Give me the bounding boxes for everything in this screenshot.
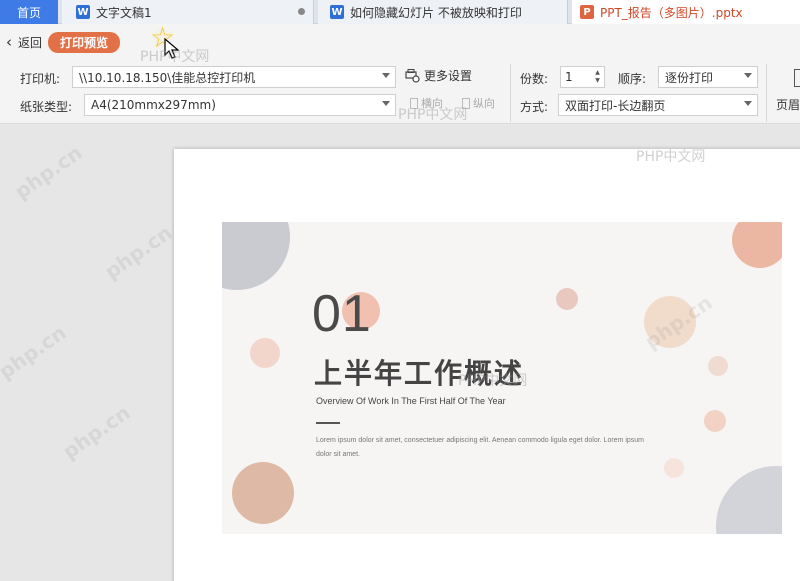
order-value: 逐份打印	[665, 70, 714, 85]
header-footer-icon[interactable]	[794, 69, 800, 87]
decor-circle	[732, 222, 782, 268]
copies-value: 1	[565, 70, 573, 84]
page-landscape-icon	[410, 97, 418, 109]
more-settings-label: 更多设置	[424, 69, 473, 83]
stepper-arrows-icon[interactable]: ▲ ▼	[593, 69, 602, 85]
decor-circle	[222, 222, 290, 290]
chevron-down-icon	[382, 73, 390, 78]
writer-icon: W	[330, 5, 344, 19]
copies-label: 份数:	[520, 72, 549, 86]
divider	[766, 64, 767, 122]
back-label: 返回	[18, 35, 43, 50]
print-preview-badge: 打印预览	[48, 31, 121, 53]
tab-doc2-label: 如何隐藏幻灯片 不被放映和打印	[350, 5, 522, 20]
writer-icon: W	[76, 5, 90, 19]
decor-circle	[664, 458, 684, 478]
decor-circle	[644, 296, 696, 348]
printer-select[interactable]: \\10.10.18.150\佳能总控打印机	[72, 66, 396, 88]
decor-circle	[250, 338, 280, 368]
slide-body-text: Lorem ipsum dolor sit amet, consectetuer…	[316, 437, 645, 458]
printer-settings-icon	[405, 68, 420, 83]
duplex-mode-value: 双面打印-长边翻页	[565, 98, 666, 113]
preview-canvas[interactable]: 01 上半年工作概述 Overview Of Work In The First…	[0, 125, 800, 581]
tab-ppt-label: PPT_报告（多图片）.pptx	[600, 5, 743, 20]
unsaved-dot-icon[interactable]	[298, 8, 305, 15]
decor-circle	[704, 410, 726, 432]
print-page: 01 上半年工作概述 Overview Of Work In The First…	[174, 149, 800, 581]
slide-subtitle: Overview Of Work In The First Half Of Th…	[316, 396, 506, 406]
tab-home[interactable]: 首页	[0, 0, 58, 24]
tab-doc2[interactable]: W 如何隐藏幻灯片 不被放映和打印	[318, 0, 568, 24]
header-footer-button[interactable]: 页眉	[776, 96, 800, 113]
mode-label: 方式:	[520, 100, 549, 114]
order-select[interactable]: 逐份打印	[658, 66, 758, 88]
print-preview-bar: ‹ 返回 打印预览	[0, 24, 800, 60]
chevron-down-icon	[744, 73, 752, 78]
divider	[510, 64, 511, 122]
divider	[316, 422, 340, 424]
more-settings-button[interactable]: 更多设置	[404, 67, 472, 84]
slide-preview: 01 上半年工作概述 Overview Of Work In The First…	[222, 222, 782, 534]
slide-title: 上半年工作概述	[314, 357, 525, 390]
chevron-down-icon	[382, 101, 390, 106]
page-portrait-icon	[462, 97, 470, 109]
tab-bar: 首页 W 文字文稿1 W 如何隐藏幻灯片 不被放映和打印 P PPT_报告（多图…	[0, 0, 800, 24]
decor-circle	[716, 466, 782, 534]
decor-circle	[708, 356, 728, 376]
tab-home-label: 首页	[16, 5, 41, 20]
decor-circle	[556, 288, 578, 310]
mouse-cursor-icon	[164, 38, 180, 59]
order-label: 顺序:	[618, 72, 647, 86]
slide-number: 01	[312, 285, 372, 343]
paper-type-select[interactable]: A4(210mmx297mm)	[84, 94, 396, 116]
tab-doc1[interactable]: W 文字文稿1	[62, 0, 314, 24]
paper-type-label: 纸张类型:	[20, 100, 73, 114]
chevron-left-icon: ‹	[6, 33, 12, 51]
tab-doc1-label: 文字文稿1	[96, 5, 152, 20]
back-button[interactable]: ‹ 返回	[6, 33, 42, 51]
portrait-label: 纵向	[473, 97, 495, 110]
landscape-button[interactable]: 横向	[410, 95, 443, 111]
tab-ppt[interactable]: P PPT_报告（多图片）.pptx	[572, 0, 800, 24]
portrait-button[interactable]: 纵向	[462, 95, 495, 111]
decor-circle	[232, 462, 294, 524]
presentation-icon: P	[580, 5, 594, 19]
chevron-down-icon	[744, 101, 752, 106]
copies-stepper[interactable]: 1 ▲ ▼	[560, 66, 605, 88]
paper-type-value: A4(210mmx297mm)	[91, 98, 216, 112]
print-settings-panel: 打印机: \\10.10.18.150\佳能总控打印机 更多设置 纸张类型: A…	[0, 60, 800, 124]
printer-value: \\10.10.18.150\佳能总控打印机	[79, 70, 256, 85]
landscape-label: 横向	[421, 97, 443, 110]
printer-label: 打印机:	[20, 72, 61, 86]
duplex-mode-select[interactable]: 双面打印-长边翻页	[558, 94, 758, 116]
